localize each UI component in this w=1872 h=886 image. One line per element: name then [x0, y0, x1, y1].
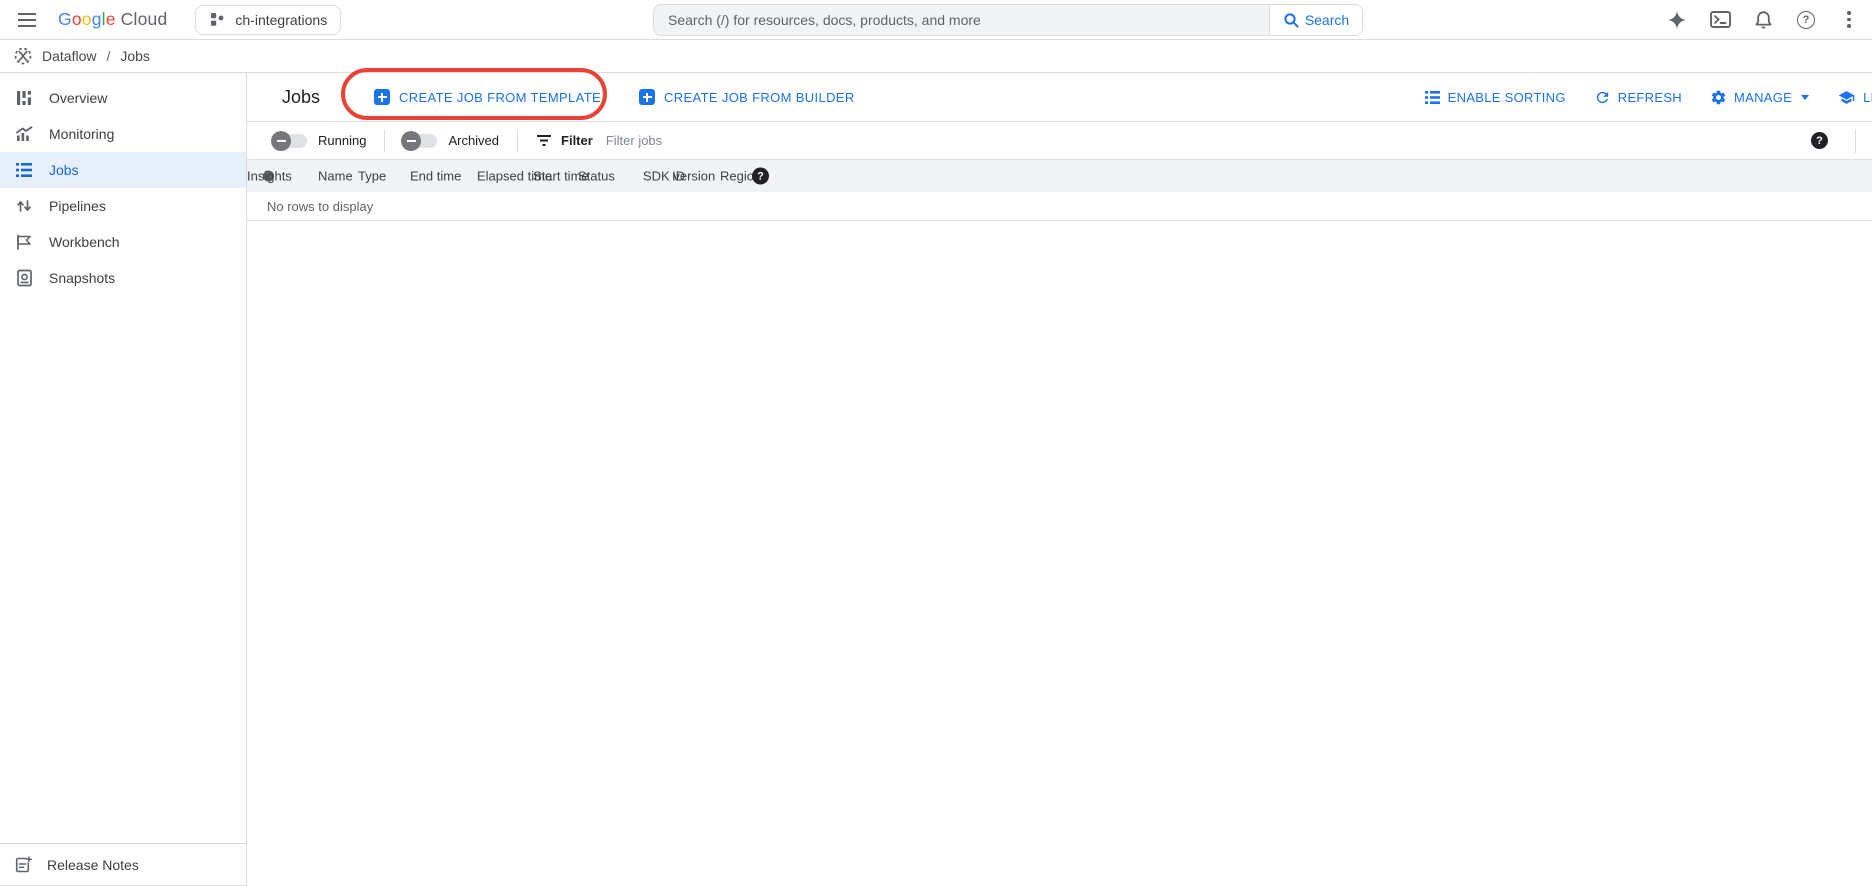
- empty-table-message: No rows to display: [247, 192, 1872, 221]
- logo-cloud: Cloud: [121, 9, 168, 30]
- divider: [517, 130, 518, 152]
- more-icon[interactable]: [1836, 7, 1862, 33]
- notifications-icon[interactable]: [1750, 7, 1776, 33]
- help-icon[interactable]: [1793, 7, 1819, 33]
- dataflow-icon: [13, 46, 33, 66]
- column-header-type: Type: [358, 169, 386, 184]
- breadcrumb-page: Jobs: [120, 48, 150, 64]
- plus-icon: [639, 89, 655, 105]
- filter-help-icon[interactable]: [1811, 132, 1828, 149]
- sidebar-item-workbench[interactable]: Workbench: [0, 224, 246, 260]
- gemini-icon[interactable]: [1664, 7, 1690, 33]
- project-selector[interactable]: ch-integrations: [195, 5, 341, 35]
- filter-jobs-input[interactable]: [606, 133, 846, 148]
- filter-row: Running Archived Filter: [247, 122, 1872, 160]
- column-header-end-time: End time: [410, 169, 461, 184]
- search-button-label: Search: [1305, 12, 1349, 28]
- overview-icon: [14, 88, 34, 108]
- jobs-list-icon: [14, 160, 34, 180]
- search-button[interactable]: Search: [1269, 4, 1363, 36]
- running-toggle-label: Running: [318, 133, 366, 148]
- filter-icon: [536, 134, 552, 147]
- create-job-from-template-button[interactable]: CREATE JOB FROM TEMPLATE: [374, 89, 601, 105]
- filter-button[interactable]: Filter: [536, 133, 593, 148]
- search-input[interactable]: [653, 4, 1269, 36]
- sidebar-item-label: Pipelines: [49, 198, 106, 214]
- column-header-insights: Insights: [247, 169, 292, 184]
- project-name: ch-integrations: [235, 12, 327, 28]
- running-toggle[interactable]: [273, 134, 307, 148]
- breadcrumb: Dataflow / Jobs: [0, 40, 1872, 73]
- menu-icon[interactable]: [10, 3, 44, 37]
- sidebar-item-overview[interactable]: Overview: [0, 80, 246, 116]
- sidebar-item-pipelines[interactable]: Pipelines: [0, 188, 246, 224]
- chevron-down-icon: [1801, 95, 1809, 100]
- sidebar-item-label: Monitoring: [49, 126, 114, 142]
- search-icon: [1283, 12, 1300, 29]
- column-header-name: Name: [318, 169, 353, 184]
- create-job-from-builder-button[interactable]: CREATE JOB FROM BUILDER: [639, 89, 855, 105]
- cloud-shell-icon[interactable]: [1707, 7, 1733, 33]
- column-header-status: Status: [578, 169, 615, 184]
- enable-sorting-label: ENABLE SORTING: [1448, 90, 1566, 105]
- monitoring-icon: [14, 124, 34, 144]
- top-bar: Google Cloud ch-integrations Search: [0, 0, 1872, 40]
- create-job-from-builder-label: CREATE JOB FROM BUILDER: [664, 90, 855, 105]
- divider: [1855, 129, 1856, 153]
- column-header-id: ID: [672, 169, 685, 184]
- breadcrumb-separator: /: [105, 48, 111, 64]
- sidebar-item-label: Release Notes: [47, 857, 139, 873]
- header-toolbar: ENABLE SORTING REFRESH MANAGE: [1424, 73, 1872, 121]
- divider: [384, 130, 385, 152]
- sidebar-item-snapshots[interactable]: Snapshots: [0, 260, 246, 296]
- jobs-table-header: Name Type End time Elapsed time Start ti…: [247, 160, 1872, 192]
- learn-label: LEARN: [1863, 90, 1872, 105]
- sidebar-item-label: Workbench: [49, 234, 120, 250]
- enable-sorting-button[interactable]: ENABLE SORTING: [1424, 90, 1566, 105]
- logo-google: Google: [58, 9, 116, 30]
- sidebar-item-release-notes[interactable]: Release Notes: [0, 843, 246, 886]
- learn-button[interactable]: LEARN: [1837, 89, 1872, 106]
- breadcrumb-product[interactable]: Dataflow: [42, 48, 96, 64]
- pipelines-icon: [14, 196, 34, 216]
- sidebar-item-monitoring[interactable]: Monitoring: [0, 116, 246, 152]
- sort-list-icon: [1424, 90, 1441, 105]
- create-job-from-template-label: CREATE JOB FROM TEMPLATE: [399, 90, 601, 105]
- google-cloud-logo[interactable]: Google Cloud: [58, 9, 167, 30]
- archived-toggle[interactable]: [403, 134, 437, 148]
- main-content: Jobs CREATE JOB FROM TEMPLATE CREATE JOB…: [247, 73, 1872, 886]
- workbench-icon: [14, 232, 34, 252]
- snapshots-icon: [14, 268, 34, 288]
- sidebar: Overview Monitoring: [0, 73, 247, 886]
- sidebar-item-label: Snapshots: [49, 270, 115, 286]
- manage-label: MANAGE: [1734, 90, 1792, 105]
- sidebar-item-jobs[interactable]: Jobs: [0, 152, 246, 188]
- manage-button[interactable]: MANAGE: [1710, 89, 1809, 106]
- insights-help-icon[interactable]: [752, 168, 769, 185]
- refresh-icon: [1594, 89, 1611, 106]
- sidebar-item-label: Overview: [49, 90, 107, 106]
- release-notes-icon: [14, 856, 32, 874]
- archived-toggle-label: Archived: [448, 133, 499, 148]
- refresh-button[interactable]: REFRESH: [1594, 89, 1682, 106]
- search-bar: Search: [653, 4, 1363, 36]
- page-header: Jobs CREATE JOB FROM TEMPLATE CREATE JOB…: [247, 73, 1872, 122]
- plus-icon: [374, 89, 390, 105]
- filter-label: Filter: [561, 133, 593, 148]
- gear-icon: [1710, 89, 1727, 106]
- page-title: Jobs: [282, 87, 320, 108]
- project-icon: [209, 11, 226, 28]
- sidebar-item-label: Jobs: [49, 162, 79, 178]
- topbar-icons: [1664, 7, 1862, 33]
- school-icon: [1837, 89, 1856, 106]
- refresh-label: REFRESH: [1618, 90, 1682, 105]
